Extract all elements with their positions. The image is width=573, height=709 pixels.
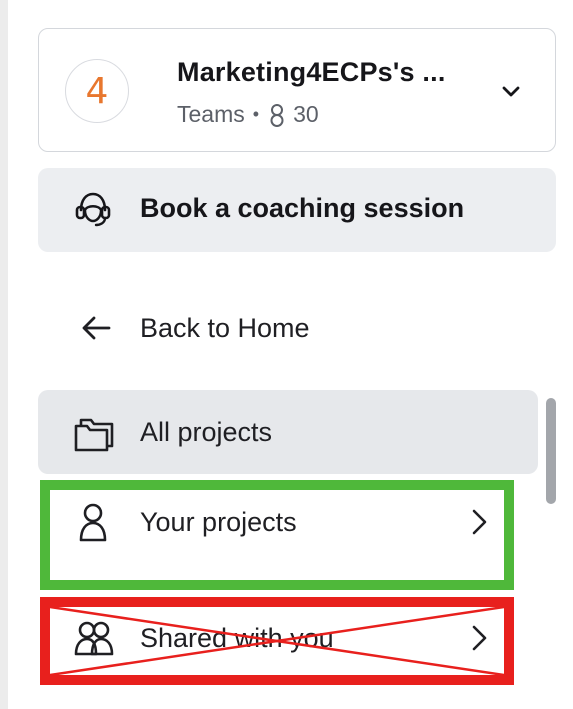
users-icon <box>74 621 114 656</box>
chevron-right-icon <box>472 509 487 535</box>
headset-icon <box>75 192 111 227</box>
team-members: 30 <box>267 101 319 128</box>
arrow-left-icon <box>82 316 111 340</box>
members-icon <box>270 103 284 127</box>
back-to-home-label: Back to Home <box>140 313 310 343</box>
nav-shared-with-you[interactable]: Shared with you <box>38 596 538 680</box>
nav-all-projects[interactable]: All projects <box>38 390 538 474</box>
nav-all-projects-label: All projects <box>140 417 273 447</box>
book-coaching-button[interactable]: Book a coaching session <box>38 168 556 252</box>
team-meta-separator: • <box>252 104 260 124</box>
user-icon <box>79 503 107 542</box>
scrollbar-thumb[interactable] <box>546 398 556 504</box>
nav-shared-with-you-label: Shared with you <box>140 623 334 653</box>
nav-your-projects-label: Your projects <box>140 507 297 537</box>
folder-icon <box>74 418 114 452</box>
book-coaching-label: Book a coaching session <box>140 193 465 223</box>
sidebar-panel: 4 Marketing4ECPs's ... Teams • 30 Book a… <box>8 0 573 709</box>
chevron-down-icon[interactable] <box>497 79 525 103</box>
team-switcher[interactable]: 4 Marketing4ECPs's ... Teams • 30 <box>38 28 556 152</box>
chevron-right-icon <box>472 625 487 651</box>
team-type: Teams <box>177 101 245 127</box>
back-to-home-link[interactable]: Back to Home <box>38 290 556 370</box>
team-name: Marketing4ECPs's ... <box>177 57 446 87</box>
team-meta: Teams • 30 <box>177 101 319 128</box>
team-member-count: 30 <box>293 101 319 127</box>
team-avatar: 4 <box>65 59 129 123</box>
nav-your-projects[interactable]: Your projects <box>38 480 538 564</box>
